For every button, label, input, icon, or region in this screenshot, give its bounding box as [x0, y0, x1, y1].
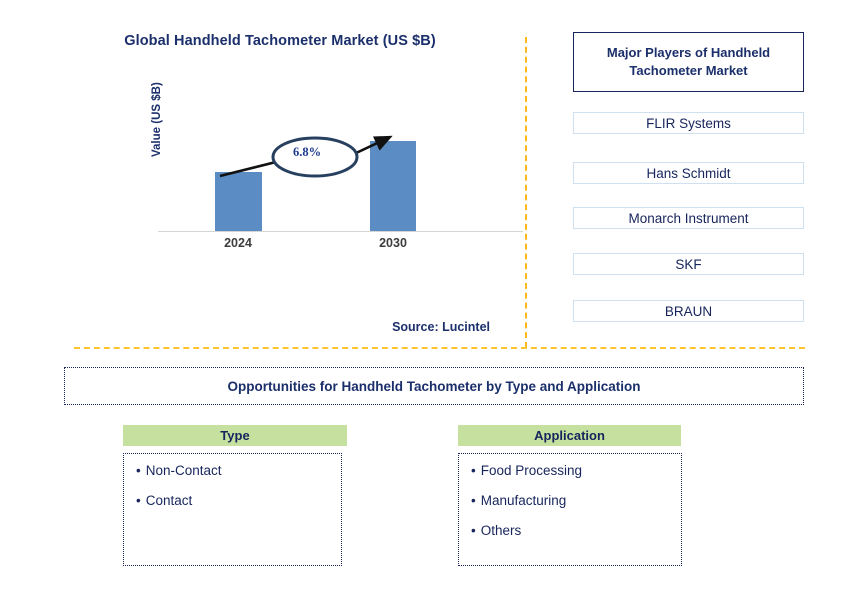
- bullet-icon: •: [471, 463, 476, 478]
- player-label: BRAUN: [664, 303, 713, 319]
- list-item: • Non-Contact: [136, 463, 329, 478]
- opportunities-banner: Opportunities for Handheld Tachometer by…: [64, 367, 804, 405]
- player-item-1[interactable]: FLIR Systems: [573, 112, 804, 134]
- chart-title: Global Handheld Tachometer Market (US $B…: [124, 33, 436, 49]
- segment-list-type: • Non-Contact • Contact: [123, 453, 342, 566]
- list-item: • Food Processing: [471, 463, 669, 478]
- list-item: • Others: [471, 524, 669, 538]
- player-item-4[interactable]: SKF: [573, 253, 804, 275]
- major-players-header: Major Players of Handheld Tachometer Mar…: [573, 32, 804, 92]
- segment-header-application: Application: [458, 425, 681, 446]
- list-item-label: Non-Contact: [145, 463, 222, 478]
- player-label: FLIR Systems: [646, 115, 731, 131]
- player-label: SKF: [675, 256, 702, 272]
- source-label: Source: Lucintel: [392, 320, 490, 334]
- player-item-2[interactable]: Hans Schmidt: [573, 162, 804, 184]
- list-item-label: Others: [480, 523, 522, 539]
- list-item-label: Manufacturing: [480, 493, 567, 509]
- x-tick-2030: 2030: [379, 236, 407, 250]
- segment-list-application: • Food Processing • Manufacturing • Others: [458, 453, 682, 566]
- vertical-divider: [525, 37, 527, 348]
- player-label: Hans Schmidt: [646, 165, 731, 181]
- bullet-icon: •: [471, 493, 476, 509]
- list-item-label: Contact: [145, 493, 193, 509]
- chart-y-axis-label: Value (US $B): [151, 82, 163, 157]
- segment-header-type: Type: [123, 425, 347, 446]
- list-item: • Manufacturing: [471, 493, 669, 509]
- bullet-icon: •: [471, 523, 476, 539]
- horizontal-divider: [74, 347, 805, 349]
- list-item-label: Food Processing: [480, 463, 583, 478]
- infographic-canvas: Global Handheld Tachometer Market (US $B…: [0, 0, 868, 603]
- player-item-5[interactable]: BRAUN: [573, 300, 804, 322]
- cagr-label: 6.8%: [292, 145, 322, 159]
- list-item: • Contact: [136, 493, 329, 509]
- player-label: Monarch Instrument: [628, 210, 749, 226]
- bullet-icon: •: [136, 493, 141, 509]
- chart-axis-line: [158, 231, 523, 232]
- x-tick-2024: 2024: [224, 236, 252, 250]
- player-item-3[interactable]: Monarch Instrument: [573, 207, 804, 229]
- bullet-icon: •: [136, 463, 141, 478]
